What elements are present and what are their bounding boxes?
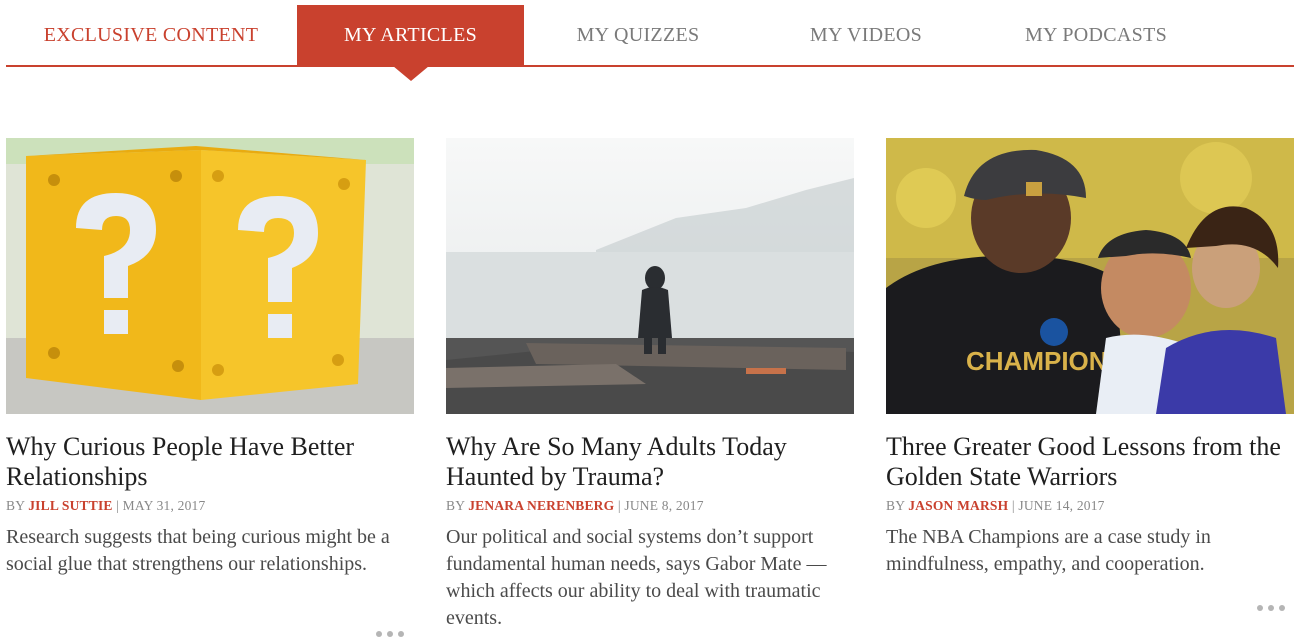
tab-my-articles[interactable]: MY ARTICLES [297,5,524,65]
article-summary: The NBA Champions are a case study in mi… [886,526,1211,575]
article-date: JUNE 14, 2017 [1018,498,1105,513]
article-card: Why Curious People Have Better Relations… [6,138,414,578]
byline-prefix: BY [886,498,905,513]
tab-bar: EXCLUSIVE CONTENT MY ARTICLES MY QUIZZES… [6,5,1294,67]
question-block-illustration [6,138,414,414]
tab-my-podcasts[interactable]: MY PODCASTS [996,5,1196,65]
lake-illustration [446,138,854,414]
byline-separator: | [116,498,120,513]
byline-prefix: BY [446,498,465,513]
author-link[interactable]: JILL SUTTIE [28,498,112,513]
tab-exclusive-content[interactable]: EXCLUSIVE CONTENT [6,5,296,65]
article-summary: Our political and social systems don’t s… [446,526,827,629]
article-byline: BY JENARA NERENBERG | JUNE 8, 2017 [446,498,854,514]
byline-separator: | [1011,498,1015,513]
article-title[interactable]: Why Are So Many Adults Today Haunted by … [446,432,854,492]
active-tab-indicator [393,66,429,81]
celebration-illustration: CHAMPIONS [886,138,1294,414]
article-date: JUNE 8, 2017 [624,498,704,513]
byline-separator: | [617,498,621,513]
article-byline: BY JASON MARSH | JUNE 14, 2017 [886,498,1294,514]
article-byline: BY JILL SUTTIE | MAY 31, 2017 [6,498,414,514]
more-options-icon[interactable] [1257,600,1290,614]
more-options-icon[interactable] [376,626,409,640]
question-block-photo[interactable] [6,138,414,414]
warriors-celebration-photo[interactable]: CHAMPIONS [886,138,1294,414]
svg-text:CHAMPIONS: CHAMPIONS [966,346,1125,376]
article-card: CHAMPIONS Three Greater Good Lessons fro… [886,138,1294,578]
article-title[interactable]: Why Curious People Have Better Relations… [6,432,414,492]
article-date: MAY 31, 2017 [122,498,206,513]
person-at-lake-photo[interactable] [446,138,854,414]
author-link[interactable]: JENARA NERENBERG [468,498,614,513]
tab-my-videos[interactable]: MY VIDEOS [766,5,966,65]
article-card: Why Are So Many Adults Today Haunted by … [446,138,854,632]
author-link[interactable]: JASON MARSH [908,498,1008,513]
article-title[interactable]: Three Greater Good Lessons from the Gold… [886,432,1294,492]
article-summary: Research suggests that being curious mig… [6,526,390,575]
tab-my-quizzes[interactable]: MY QUIZZES [538,5,738,65]
byline-prefix: BY [6,498,25,513]
